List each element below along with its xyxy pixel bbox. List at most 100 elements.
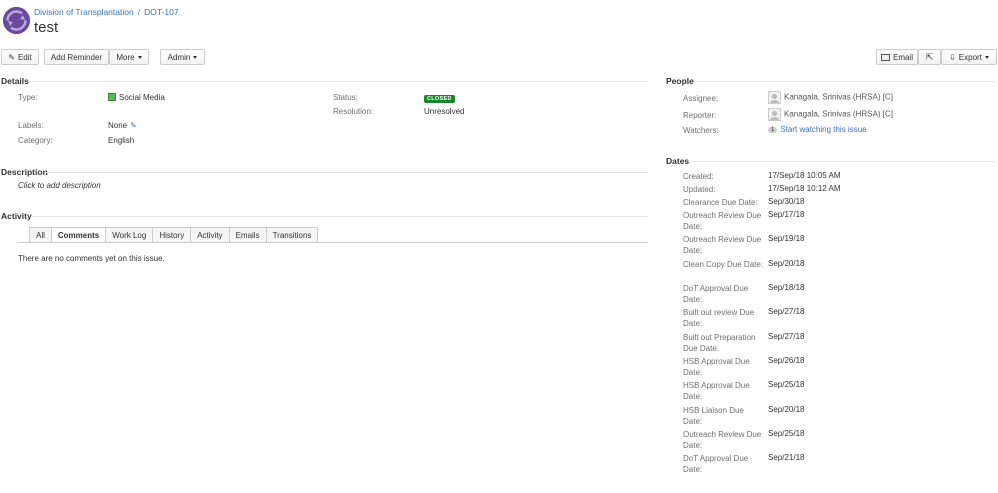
share-button[interactable]: ⇱ (918, 49, 941, 65)
chevron-down-icon (137, 55, 142, 59)
chevron-down-icon (984, 55, 989, 59)
status-value: CLOSED (424, 95, 455, 103)
status-label: Status: (333, 93, 358, 102)
category-value[interactable]: English (108, 136, 134, 145)
tabs-underline (18, 242, 648, 243)
breadcrumb: Division of Transplantation / DOT-107 (34, 7, 179, 17)
breadcrumb-project-link[interactable]: Division of Transplantation (34, 7, 134, 17)
date-value: 17/Sep/18 10:05 AM (768, 171, 841, 180)
date-value: Sep/26/18 (768, 356, 805, 365)
date-value: Sep/18/18 (768, 283, 805, 292)
date-label: Clean Copy Due Date: (683, 260, 764, 269)
tab-activity[interactable]: Activity (190, 227, 229, 243)
add-reminder-button[interactable]: Add Reminder (44, 49, 109, 65)
user-avatar-icon (768, 108, 781, 121)
no-comments-message: There are no comments yet on this issue. (18, 254, 165, 263)
details-heading: Details (1, 76, 29, 86)
date-label: HSB Liaison Due Date: (683, 406, 744, 426)
export-label: Export (958, 52, 982, 62)
start-watching-link[interactable]: Start watching this issue (780, 125, 866, 134)
resolution-label: Resolution: (333, 107, 374, 116)
pencil-icon[interactable]: ✎ (130, 121, 137, 130)
reporter-value[interactable]: Kanagala, Srinivas (HRSA) [C] (768, 108, 893, 121)
pencil-icon: ✎ (8, 52, 15, 62)
date-label: HSB Approval Due Date: (683, 357, 750, 377)
breadcrumb-separator: / (137, 7, 141, 17)
date-label: Created: (683, 172, 714, 181)
date-value: Sep/21/18 (768, 453, 805, 462)
page-title[interactable]: test (34, 19, 58, 36)
email-button[interactable]: Email (876, 49, 918, 65)
tab-all[interactable]: All (29, 227, 51, 243)
date-value: Sep/17/18 (768, 210, 805, 219)
date-label: DoT Approval Due Date: (683, 454, 749, 474)
export-icon: ⇩ (949, 52, 956, 62)
assignee-label: Assignee: (683, 94, 719, 103)
date-label: Clearance Due Date: (683, 198, 758, 207)
date-label: Outreach Review Due Date: (683, 235, 762, 255)
activity-heading: Activity (1, 211, 32, 221)
activity-divider (32, 216, 648, 217)
project-avatar[interactable] (3, 7, 30, 34)
envelope-icon (880, 53, 890, 61)
date-label: Updated: (683, 185, 716, 194)
breadcrumb-issue-key-link[interactable]: DOT-107 (144, 7, 179, 17)
add-reminder-label: Add Reminder (50, 52, 103, 62)
tab-transitions[interactable]: Transitions (265, 227, 319, 243)
tab-history[interactable]: History (152, 227, 191, 243)
people-heading: People (666, 76, 694, 86)
more-label: More (116, 52, 135, 62)
description-placeholder[interactable]: Click to add description (18, 181, 101, 190)
type-label: Type: (18, 93, 38, 102)
email-label: Email (892, 52, 913, 62)
watchers-label: Watchers: (683, 126, 719, 135)
labels-label: Labels: (18, 121, 44, 130)
status-badge: CLOSED (424, 92, 455, 103)
description-divider (46, 172, 648, 173)
date-value: Sep/20/18 (768, 405, 805, 414)
date-label: Outreach Review Due Date: (683, 211, 762, 231)
date-label: HSB Approval Due Date: (683, 381, 750, 401)
tab-emails[interactable]: Emails (228, 227, 266, 243)
date-label: Built out review Due Date: (683, 308, 755, 328)
labels-value-field[interactable]: None ✎ (108, 121, 137, 130)
date-label: DoT Approval Due Date: (683, 284, 749, 304)
type-value-text: Social Media (119, 93, 165, 102)
date-value: Sep/25/18 (768, 429, 805, 438)
user-avatar-icon (768, 91, 781, 104)
type-value: Social Media (108, 93, 165, 102)
people-divider (696, 81, 996, 82)
date-value: Sep/25/18 (768, 380, 805, 389)
export-dropdown-button[interactable]: ⇩ Export (941, 49, 997, 65)
date-value: 17/Sep/18 10:12 AM (768, 184, 841, 193)
category-label: Category: (18, 136, 53, 145)
reporter-label: Reporter: (683, 111, 717, 120)
edit-button[interactable]: ✎ Edit (1, 49, 39, 65)
chevron-down-icon (193, 55, 198, 59)
edit-button-label: Edit (17, 52, 32, 62)
details-divider (28, 81, 648, 82)
activity-tabs: All Comments Work Log History Activity E… (29, 227, 319, 243)
tab-comments[interactable]: Comments (50, 227, 106, 243)
share-icon: ⇱ (925, 51, 934, 62)
date-value: Sep/19/18 (768, 234, 805, 243)
social-media-type-icon (108, 93, 116, 101)
admin-dropdown-button[interactable]: Admin (160, 49, 205, 65)
assignee-name: Kanagala, Srinivas (HRSA) [C] (784, 92, 893, 102)
reporter-name: Kanagala, Srinivas (HRSA) [C] (784, 109, 893, 119)
date-value: Sep/20/18 (768, 259, 805, 268)
dates-divider (691, 161, 996, 162)
more-dropdown-button[interactable]: More (109, 49, 149, 65)
labels-value: None (108, 121, 128, 130)
assignee-value[interactable]: Kanagala, Srinivas (HRSA) [C] (768, 91, 893, 104)
sync-icon (3, 7, 30, 34)
dates-heading: Dates (666, 156, 690, 166)
date-value: Sep/30/18 (768, 197, 805, 206)
description-heading: Description (1, 167, 48, 177)
date-label: Built out Preparation Due Date: (683, 333, 756, 353)
date-value: Sep/27/18 (768, 332, 805, 341)
date-label: Outreach Review Due Date: (683, 430, 762, 450)
tab-work-log[interactable]: Work Log (105, 227, 153, 243)
date-value: Sep/27/18 (768, 307, 805, 316)
watchers-value: 1 Start watching this issue (768, 125, 867, 134)
